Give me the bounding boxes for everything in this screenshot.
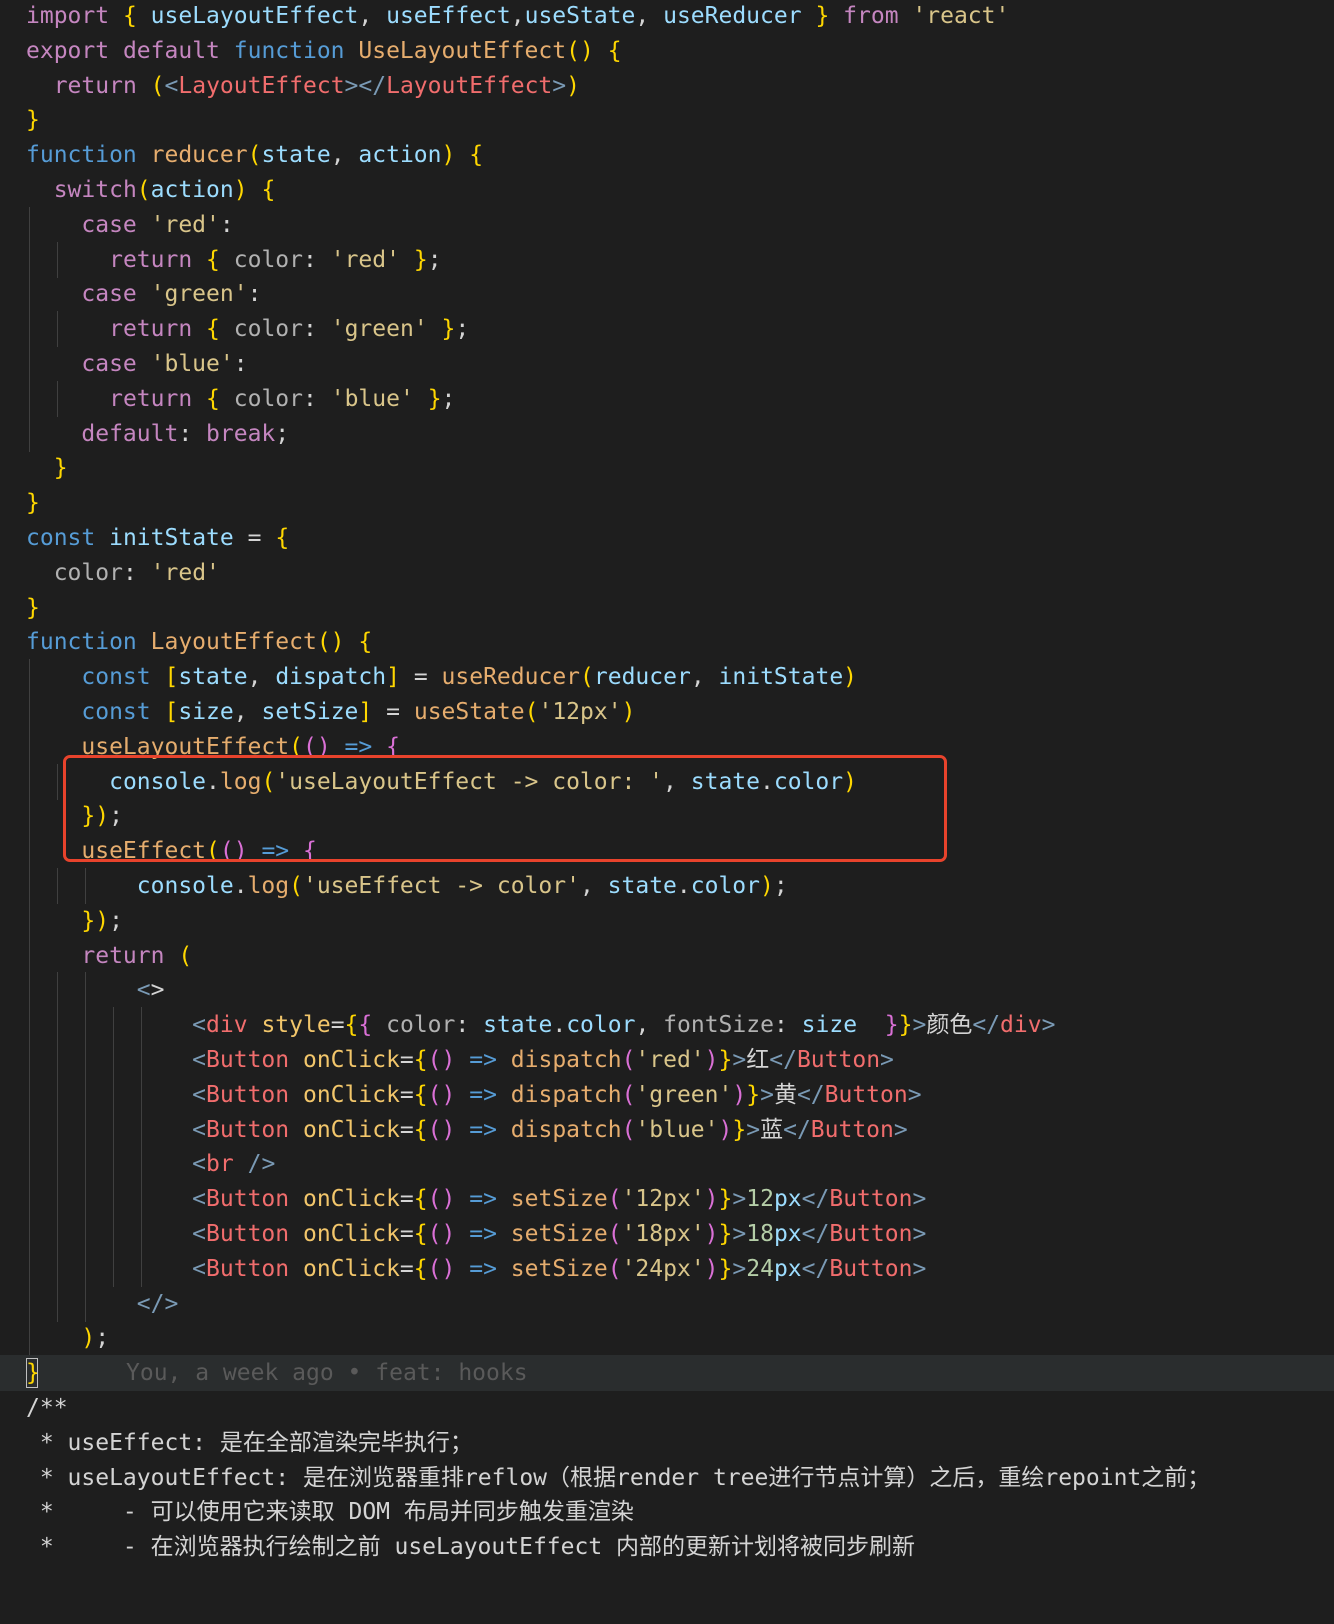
code-line[interactable]: <br /> <box>0 1146 1334 1183</box>
code-line[interactable]: console.log('useEffect -> color', state.… <box>0 868 1334 904</box>
code-line[interactable]: * - 可以使用它来读取 DOM 布局并同步触发重渲染 <box>0 1494 1334 1530</box>
code-text: return ( <box>81 942 193 969</box>
code-text: <div style={{ color: state.color, fontSi… <box>192 1012 1056 1039</box>
code-text: <Button onClick={() => setSize('24px')}>… <box>192 1255 927 1282</box>
code-text: case 'green': <box>81 281 262 308</box>
code-line[interactable]: color: 'red' <box>0 555 1334 591</box>
code-text: function reducer(state, action) { <box>26 142 484 169</box>
code-line[interactable]: } <box>0 102 1334 138</box>
code-text: import { useLayoutEffect, useEffect,useS… <box>26 3 1010 29</box>
code-line[interactable]: const [size, setSize] = useState('12px') <box>0 694 1334 730</box>
code-text: * useEffect: 是在全部渲染完毕执行； <box>26 1429 473 1456</box>
code-line[interactable]: <> <box>0 972 1334 1009</box>
code-line[interactable]: function reducer(state, action) { <box>0 137 1334 173</box>
code-text: function LayoutEffect() { <box>26 629 373 656</box>
code-line[interactable]: </> <box>0 1285 1334 1322</box>
code-text: return { color: 'red' }; <box>109 246 442 273</box>
code-line[interactable]: <Button onClick={() => setSize('24px')}>… <box>0 1250 1334 1287</box>
code-line[interactable]: return { color: 'green' }; <box>0 311 1334 348</box>
code-text: } <box>26 490 40 517</box>
code-text: export default function UseLayoutEffect(… <box>26 37 622 64</box>
code-text: return (<LayoutEffect></LayoutEffect>) <box>53 72 580 99</box>
code-text: const initState = { <box>26 525 290 551</box>
code-text: /** <box>26 1395 68 1421</box>
code-line[interactable]: } <box>0 590 1334 626</box>
code-text: color: 'red' <box>53 559 220 586</box>
code-text: console.log('useEffect -> color', state.… <box>136 873 788 899</box>
code-text: case 'blue': <box>81 351 248 377</box>
code-line[interactable]: switch(action) { <box>0 172 1334 208</box>
code-text: <Button onClick={() => setSize('12px')}>… <box>192 1186 927 1213</box>
code-line[interactable]: <Button onClick={() => setSize('12px')}>… <box>0 1181 1334 1218</box>
code-line[interactable]: import { useLayoutEffect, useEffect,useS… <box>0 0 1334 34</box>
code-text: const [size, setSize] = useState('12px') <box>81 699 636 725</box>
code-text: <Button onClick={() => dispatch('red')}>… <box>192 1047 894 1073</box>
code-line[interactable]: * useEffect: 是在全部渲染完毕执行； <box>0 1425 1334 1461</box>
code-line[interactable]: * useLayoutEffect: 是在浏览器重排reflow（根据rende… <box>0 1460 1334 1496</box>
code-text: default: break; <box>81 420 290 447</box>
code-text: switch(action) { <box>53 177 276 203</box>
code-text: } <box>26 107 40 134</box>
code-text: * - 在浏览器执行绘制之前 useLayoutEffect 内部的更新计划将被… <box>26 1534 916 1561</box>
code-text: } <box>26 594 40 621</box>
code-text: case 'red': <box>81 211 234 238</box>
code-text: * - 可以使用它来读取 DOM 布局并同步触发重渲染 <box>26 1499 634 1526</box>
code-line[interactable]: function LayoutEffect() { <box>0 624 1334 660</box>
code-text: ); <box>81 1325 110 1352</box>
code-line[interactable]: return ( <box>0 937 1334 974</box>
code-line[interactable]: ); <box>0 1320 1334 1357</box>
code-line[interactable]: } <box>0 485 1334 521</box>
code-text: <Button onClick={() => setSize('18px')}>… <box>192 1221 927 1247</box>
code-line[interactable]: case 'green': <box>0 276 1334 313</box>
highlight-box <box>63 755 947 862</box>
code-line[interactable]: default: break; <box>0 415 1334 452</box>
bracket-match-caret <box>26 1358 38 1389</box>
code-text: </> <box>136 1290 179 1317</box>
code-text: <> <box>136 977 165 1004</box>
code-line[interactable]: } You, a week ago • feat: hooks <box>0 1355 1334 1392</box>
code-text: return { color: 'blue' }; <box>109 385 456 412</box>
code-line[interactable]: <Button onClick={() => dispatch('green')… <box>0 1076 1334 1113</box>
code-text: const [state, dispatch] = useReducer(red… <box>81 664 858 691</box>
git-blame-annotation: You, a week ago • feat: hooks <box>126 1360 528 1387</box>
code-line[interactable]: return { color: 'red' }; <box>0 241 1334 278</box>
code-line[interactable]: const initState = { <box>0 520 1334 556</box>
code-line[interactable]: <Button onClick={() => dispatch('blue')}… <box>0 1111 1334 1148</box>
code-text: * useLayoutEffect: 是在浏览器重排reflow（根据rende… <box>26 1464 1211 1491</box>
code-line[interactable]: <div style={{ color: state.color, fontSi… <box>0 1007 1334 1044</box>
code-line[interactable]: case 'blue': <box>0 346 1334 382</box>
code-line[interactable]: }); <box>0 902 1334 939</box>
code-text: } <box>53 455 68 482</box>
code-line[interactable]: * - 在浏览器执行绘制之前 useLayoutEffect 内部的更新计划将被… <box>0 1529 1334 1565</box>
code-text: <Button onClick={() => dispatch('blue')}… <box>192 1116 908 1143</box>
code-line[interactable]: <Button onClick={() => setSize('18px')}>… <box>0 1216 1334 1252</box>
code-line[interactable]: case 'red': <box>0 206 1334 243</box>
code-text: <Button onClick={() => dispatch('green')… <box>192 1081 922 1108</box>
code-line[interactable]: export default function UseLayoutEffect(… <box>0 33 1334 69</box>
code-line[interactable]: return (<LayoutEffect></LayoutEffect>) <box>0 68 1334 104</box>
code-text: <br /> <box>192 1151 276 1178</box>
code-text: }); <box>81 907 123 934</box>
code-line[interactable]: } <box>0 450 1334 486</box>
code-line[interactable]: <Button onClick={() => dispatch('red')}>… <box>0 1042 1334 1078</box>
code-line[interactable]: /** <box>0 1390 1334 1426</box>
code-line[interactable]: const [state, dispatch] = useReducer(red… <box>0 659 1334 696</box>
code-text: return { color: 'green' }; <box>109 316 470 343</box>
code-line[interactable]: return { color: 'blue' }; <box>0 380 1334 417</box>
